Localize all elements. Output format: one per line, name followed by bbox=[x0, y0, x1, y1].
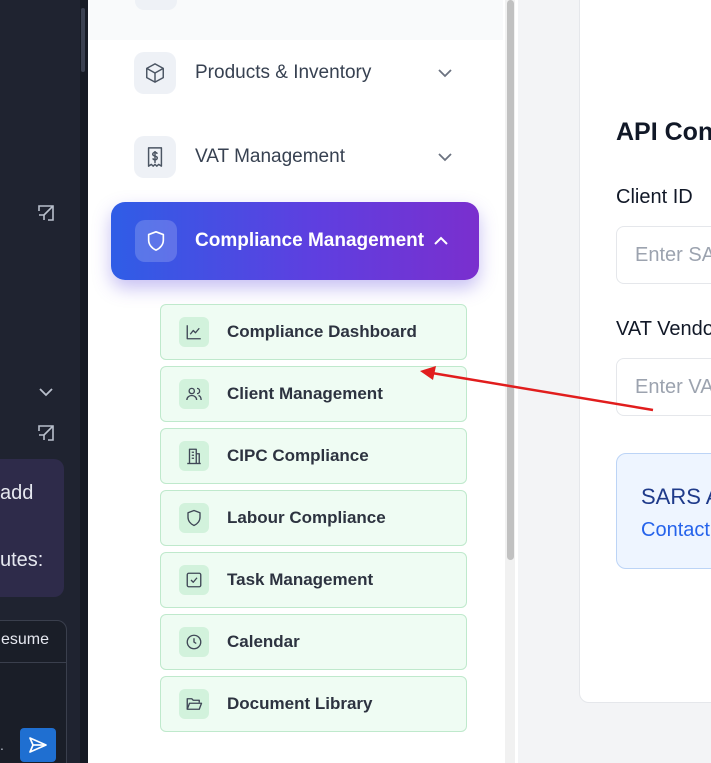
chat-resume-label[interactable]: esume bbox=[1, 631, 49, 649]
nav-icon-box bbox=[135, 0, 177, 10]
folder-open-icon bbox=[179, 689, 209, 719]
chart-line-icon bbox=[179, 317, 209, 347]
sars-contact-link[interactable]: Contact bbox=[641, 519, 710, 542]
submenu-item-label: Client Management bbox=[227, 384, 383, 403]
chevron-down-icon[interactable] bbox=[38, 384, 54, 405]
cube-icon bbox=[134, 52, 176, 94]
sidebar-item-label: Compliance Management bbox=[195, 230, 425, 251]
vat-vendor-label: VAT Vendo bbox=[616, 318, 711, 340]
chat-message-bubble: add utes: bbox=[0, 459, 64, 597]
sars-info-box: SARS A Contact bbox=[616, 453, 711, 569]
receipt-icon bbox=[134, 136, 176, 178]
open-external-icon[interactable] bbox=[36, 423, 56, 448]
submenu-item-calendar[interactable]: Calendar bbox=[160, 614, 467, 670]
check-square-icon bbox=[179, 565, 209, 595]
submenu-item-label: Document Library bbox=[227, 694, 373, 713]
shield-icon bbox=[135, 220, 177, 262]
submenu-item-label: CIPC Compliance bbox=[227, 446, 369, 465]
client-id-label: Client ID bbox=[616, 186, 693, 208]
sars-info-title: SARS A bbox=[641, 484, 711, 509]
chat-message-text: utes: bbox=[0, 549, 44, 571]
submenu-item-label: Calendar bbox=[227, 632, 300, 651]
open-external-icon[interactable] bbox=[36, 203, 56, 228]
sidebar-item-label: VAT Management bbox=[195, 146, 345, 167]
submenu-item-task-management[interactable]: Task Management bbox=[160, 552, 467, 608]
sidebar-scroll-thumb[interactable] bbox=[507, 0, 514, 560]
vat-vendor-input[interactable] bbox=[616, 358, 711, 416]
chevron-down-icon[interactable] bbox=[436, 149, 454, 165]
submenu-item-client-management[interactable]: Client Management bbox=[160, 366, 467, 422]
submenu-item-cipc-compliance[interactable]: CIPC Compliance bbox=[160, 428, 467, 484]
chevron-up-icon[interactable] bbox=[432, 233, 450, 249]
sidebar-item-partial[interactable] bbox=[88, 0, 503, 40]
sidebar-item-vat-management[interactable]: VAT Management bbox=[134, 136, 464, 178]
chat-scrollbar[interactable] bbox=[80, 0, 88, 763]
chevron-down-icon[interactable] bbox=[436, 65, 454, 81]
client-id-input[interactable] bbox=[616, 226, 711, 284]
users-icon bbox=[179, 379, 209, 409]
sidebar-item-products-inventory[interactable]: Products & Inventory bbox=[134, 52, 464, 94]
content-card bbox=[579, 0, 711, 703]
submenu-item-labour-compliance[interactable]: Labour Compliance bbox=[160, 490, 467, 546]
building-icon bbox=[179, 441, 209, 471]
sidebar-item-label: Products & Inventory bbox=[195, 62, 372, 83]
send-icon bbox=[29, 737, 47, 753]
shield-icon bbox=[179, 503, 209, 533]
submenu-item-label: Task Management bbox=[227, 570, 374, 589]
chat-scroll-thumb[interactable] bbox=[81, 8, 85, 72]
clock-icon bbox=[179, 627, 209, 657]
sidebar-item-compliance-management[interactable]: Compliance Management bbox=[111, 202, 479, 280]
submenu-item-document-library[interactable]: Document Library bbox=[160, 676, 467, 732]
submenu-item-label: Labour Compliance bbox=[227, 508, 386, 527]
chat-panel: add utes: esume . bbox=[0, 0, 80, 763]
chat-message-text: add bbox=[0, 482, 34, 504]
send-button[interactable] bbox=[20, 728, 56, 762]
submenu-item-compliance-dashboard[interactable]: Compliance Dashboard bbox=[160, 304, 467, 360]
page-title: API Con bbox=[616, 118, 711, 146]
divider bbox=[0, 662, 66, 663]
chat-text-fragment: . bbox=[0, 737, 4, 753]
submenu-item-label: Compliance Dashboard bbox=[227, 322, 417, 341]
